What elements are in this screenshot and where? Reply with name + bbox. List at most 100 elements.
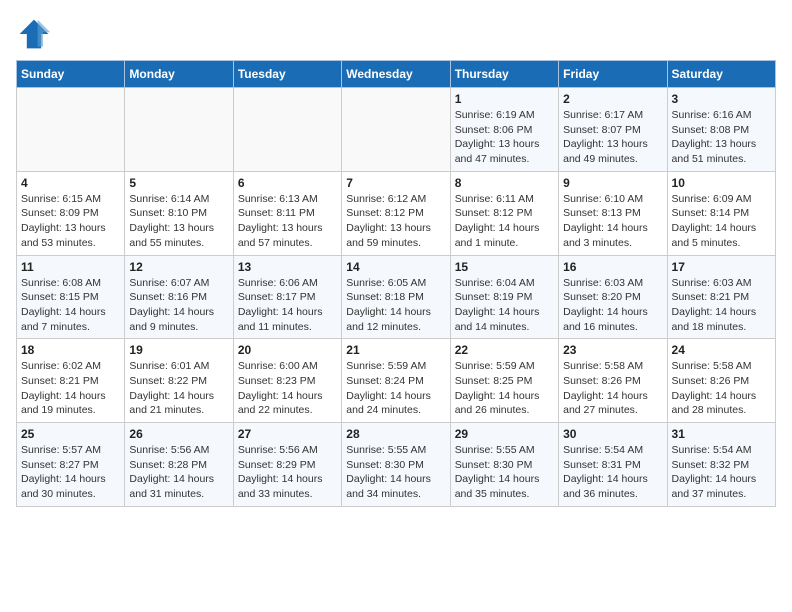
calendar-cell: 31 Sunrise: 5:54 AM Sunset: 8:32 PM Dayli… bbox=[667, 423, 775, 507]
day-number: 9 bbox=[563, 176, 662, 190]
day-info: Sunrise: 6:11 AM Sunset: 8:12 PM Dayligh… bbox=[455, 192, 554, 251]
day-number: 4 bbox=[21, 176, 120, 190]
day-info: Sunrise: 5:55 AM Sunset: 8:30 PM Dayligh… bbox=[346, 443, 445, 502]
weekday-header-thursday: Thursday bbox=[450, 61, 558, 88]
day-number: 25 bbox=[21, 427, 120, 441]
day-number: 23 bbox=[563, 343, 662, 357]
day-info: Sunrise: 5:59 AM Sunset: 8:25 PM Dayligh… bbox=[455, 359, 554, 418]
calendar-cell: 6Sunrise: 6:13 AM Sunset: 8:11 PM Daylig… bbox=[233, 171, 341, 255]
calendar-cell: 21 Sunrise: 5:59 AM Sunset: 8:24 PM Dayli… bbox=[342, 339, 450, 423]
day-number: 19 bbox=[129, 343, 228, 357]
calendar-cell: 10Sunrise: 6:09 AM Sunset: 8:14 PM Dayli… bbox=[667, 171, 775, 255]
calendar-cell bbox=[233, 88, 341, 172]
day-number: 1 bbox=[455, 92, 554, 106]
calendar-cell: 12 Sunrise: 6:07 AM Sunset: 8:16 PM Dayli… bbox=[125, 255, 233, 339]
day-number: 15 bbox=[455, 260, 554, 274]
calendar-cell: 8 Sunrise: 6:11 AM Sunset: 8:12 PM Daylig… bbox=[450, 171, 558, 255]
calendar-cell bbox=[125, 88, 233, 172]
day-info: Sunrise: 6:08 AM Sunset: 8:15 PM Dayligh… bbox=[21, 276, 120, 335]
day-number: 27 bbox=[238, 427, 337, 441]
day-info: Sunrise: 6:01 AM Sunset: 8:22 PM Dayligh… bbox=[129, 359, 228, 418]
weekday-header-row: SundayMondayTuesdayWednesdayThursdayFrid… bbox=[17, 61, 776, 88]
day-info: Sunrise: 5:56 AM Sunset: 8:28 PM Dayligh… bbox=[129, 443, 228, 502]
day-number: 12 bbox=[129, 260, 228, 274]
day-number: 7 bbox=[346, 176, 445, 190]
calendar-cell: 20 Sunrise: 6:00 AM Sunset: 8:23 PM Dayli… bbox=[233, 339, 341, 423]
calendar-cell: 27 Sunrise: 5:56 AM Sunset: 8:29 PM Dayli… bbox=[233, 423, 341, 507]
calendar-cell: 13Sunrise: 6:06 AM Sunset: 8:17 PM Dayli… bbox=[233, 255, 341, 339]
day-number: 30 bbox=[563, 427, 662, 441]
day-number: 29 bbox=[455, 427, 554, 441]
day-info: Sunrise: 6:03 AM Sunset: 8:21 PM Dayligh… bbox=[672, 276, 771, 335]
calendar-cell: 26 Sunrise: 5:56 AM Sunset: 8:28 PM Dayli… bbox=[125, 423, 233, 507]
day-info: Sunrise: 6:04 AM Sunset: 8:19 PM Dayligh… bbox=[455, 276, 554, 335]
day-number: 5 bbox=[129, 176, 228, 190]
day-number: 10 bbox=[672, 176, 771, 190]
day-info: Sunrise: 6:00 AM Sunset: 8:23 PM Dayligh… bbox=[238, 359, 337, 418]
day-number: 22 bbox=[455, 343, 554, 357]
calendar-cell: 28 Sunrise: 5:55 AM Sunset: 8:30 PM Dayli… bbox=[342, 423, 450, 507]
calendar-cell: 23 Sunrise: 5:58 AM Sunset: 8:26 PM Dayli… bbox=[559, 339, 667, 423]
calendar-cell: 30Sunrise: 5:54 AM Sunset: 8:31 PM Dayli… bbox=[559, 423, 667, 507]
calendar-cell: 9 Sunrise: 6:10 AM Sunset: 8:13 PM Daylig… bbox=[559, 171, 667, 255]
day-number: 17 bbox=[672, 260, 771, 274]
day-number: 18 bbox=[21, 343, 120, 357]
calendar-cell: 24 Sunrise: 5:58 AM Sunset: 8:26 PM Dayli… bbox=[667, 339, 775, 423]
calendar-week-5: 25 Sunrise: 5:57 AM Sunset: 8:27 PM Dayli… bbox=[17, 423, 776, 507]
day-info: Sunrise: 5:56 AM Sunset: 8:29 PM Dayligh… bbox=[238, 443, 337, 502]
weekday-header-tuesday: Tuesday bbox=[233, 61, 341, 88]
calendar-cell: 5 Sunrise: 6:14 AM Sunset: 8:10 PM Daylig… bbox=[125, 171, 233, 255]
day-info: Sunrise: 6:12 AM Sunset: 8:12 PM Dayligh… bbox=[346, 192, 445, 251]
day-info: Sunrise: 6:15 AM Sunset: 8:09 PM Dayligh… bbox=[21, 192, 120, 251]
day-info: Sunrise: 5:59 AM Sunset: 8:24 PM Dayligh… bbox=[346, 359, 445, 418]
calendar-cell: 18 Sunrise: 6:02 AM Sunset: 8:21 PM Dayli… bbox=[17, 339, 125, 423]
calendar-cell: 22 Sunrise: 5:59 AM Sunset: 8:25 PM Dayli… bbox=[450, 339, 558, 423]
day-number: 24 bbox=[672, 343, 771, 357]
day-number: 8 bbox=[455, 176, 554, 190]
weekday-header-saturday: Saturday bbox=[667, 61, 775, 88]
day-info: Sunrise: 6:14 AM Sunset: 8:10 PM Dayligh… bbox=[129, 192, 228, 251]
day-number: 3 bbox=[672, 92, 771, 106]
calendar-cell: 3Sunrise: 6:16 AM Sunset: 8:08 PM Daylig… bbox=[667, 88, 775, 172]
calendar-cell: 29Sunrise: 5:55 AM Sunset: 8:30 PM Dayli… bbox=[450, 423, 558, 507]
day-info: Sunrise: 5:54 AM Sunset: 8:32 PM Dayligh… bbox=[672, 443, 771, 502]
calendar-body: 1Sunrise: 6:19 AM Sunset: 8:06 PM Daylig… bbox=[17, 88, 776, 507]
day-number: 21 bbox=[346, 343, 445, 357]
calendar-cell bbox=[17, 88, 125, 172]
day-number: 26 bbox=[129, 427, 228, 441]
day-info: Sunrise: 6:03 AM Sunset: 8:20 PM Dayligh… bbox=[563, 276, 662, 335]
day-number: 31 bbox=[672, 427, 771, 441]
calendar-cell: 4 Sunrise: 6:15 AM Sunset: 8:09 PM Daylig… bbox=[17, 171, 125, 255]
day-info: Sunrise: 5:58 AM Sunset: 8:26 PM Dayligh… bbox=[672, 359, 771, 418]
calendar-cell: 1Sunrise: 6:19 AM Sunset: 8:06 PM Daylig… bbox=[450, 88, 558, 172]
calendar-cell: 14 Sunrise: 6:05 AM Sunset: 8:18 PM Dayli… bbox=[342, 255, 450, 339]
calendar-cell: 7 Sunrise: 6:12 AM Sunset: 8:12 PM Daylig… bbox=[342, 171, 450, 255]
calendar-week-1: 1Sunrise: 6:19 AM Sunset: 8:06 PM Daylig… bbox=[17, 88, 776, 172]
calendar-cell: 19 Sunrise: 6:01 AM Sunset: 8:22 PM Dayli… bbox=[125, 339, 233, 423]
weekday-header-sunday: Sunday bbox=[17, 61, 125, 88]
day-number: 16 bbox=[563, 260, 662, 274]
day-number: 11 bbox=[21, 260, 120, 274]
calendar-week-3: 11 Sunrise: 6:08 AM Sunset: 8:15 PM Dayli… bbox=[17, 255, 776, 339]
day-number: 2 bbox=[563, 92, 662, 106]
calendar-header: SundayMondayTuesdayWednesdayThursdayFrid… bbox=[17, 61, 776, 88]
logo-icon bbox=[16, 16, 52, 52]
day-info: Sunrise: 5:58 AM Sunset: 8:26 PM Dayligh… bbox=[563, 359, 662, 418]
day-number: 14 bbox=[346, 260, 445, 274]
day-number: 28 bbox=[346, 427, 445, 441]
day-info: Sunrise: 6:17 AM Sunset: 8:07 PM Dayligh… bbox=[563, 108, 662, 167]
day-info: Sunrise: 6:05 AM Sunset: 8:18 PM Dayligh… bbox=[346, 276, 445, 335]
calendar-week-4: 18 Sunrise: 6:02 AM Sunset: 8:21 PM Dayli… bbox=[17, 339, 776, 423]
day-info: Sunrise: 6:02 AM Sunset: 8:21 PM Dayligh… bbox=[21, 359, 120, 418]
day-info: Sunrise: 6:10 AM Sunset: 8:13 PM Dayligh… bbox=[563, 192, 662, 251]
calendar-cell: 2 Sunrise: 6:17 AM Sunset: 8:07 PM Daylig… bbox=[559, 88, 667, 172]
day-info: Sunrise: 6:06 AM Sunset: 8:17 PM Dayligh… bbox=[238, 276, 337, 335]
day-info: Sunrise: 6:07 AM Sunset: 8:16 PM Dayligh… bbox=[129, 276, 228, 335]
calendar-cell: 25 Sunrise: 5:57 AM Sunset: 8:27 PM Dayli… bbox=[17, 423, 125, 507]
day-number: 20 bbox=[238, 343, 337, 357]
day-info: Sunrise: 6:13 AM Sunset: 8:11 PM Dayligh… bbox=[238, 192, 337, 251]
day-info: Sunrise: 5:57 AM Sunset: 8:27 PM Dayligh… bbox=[21, 443, 120, 502]
calendar-week-2: 4 Sunrise: 6:15 AM Sunset: 8:09 PM Daylig… bbox=[17, 171, 776, 255]
calendar-cell bbox=[342, 88, 450, 172]
weekday-header-wednesday: Wednesday bbox=[342, 61, 450, 88]
